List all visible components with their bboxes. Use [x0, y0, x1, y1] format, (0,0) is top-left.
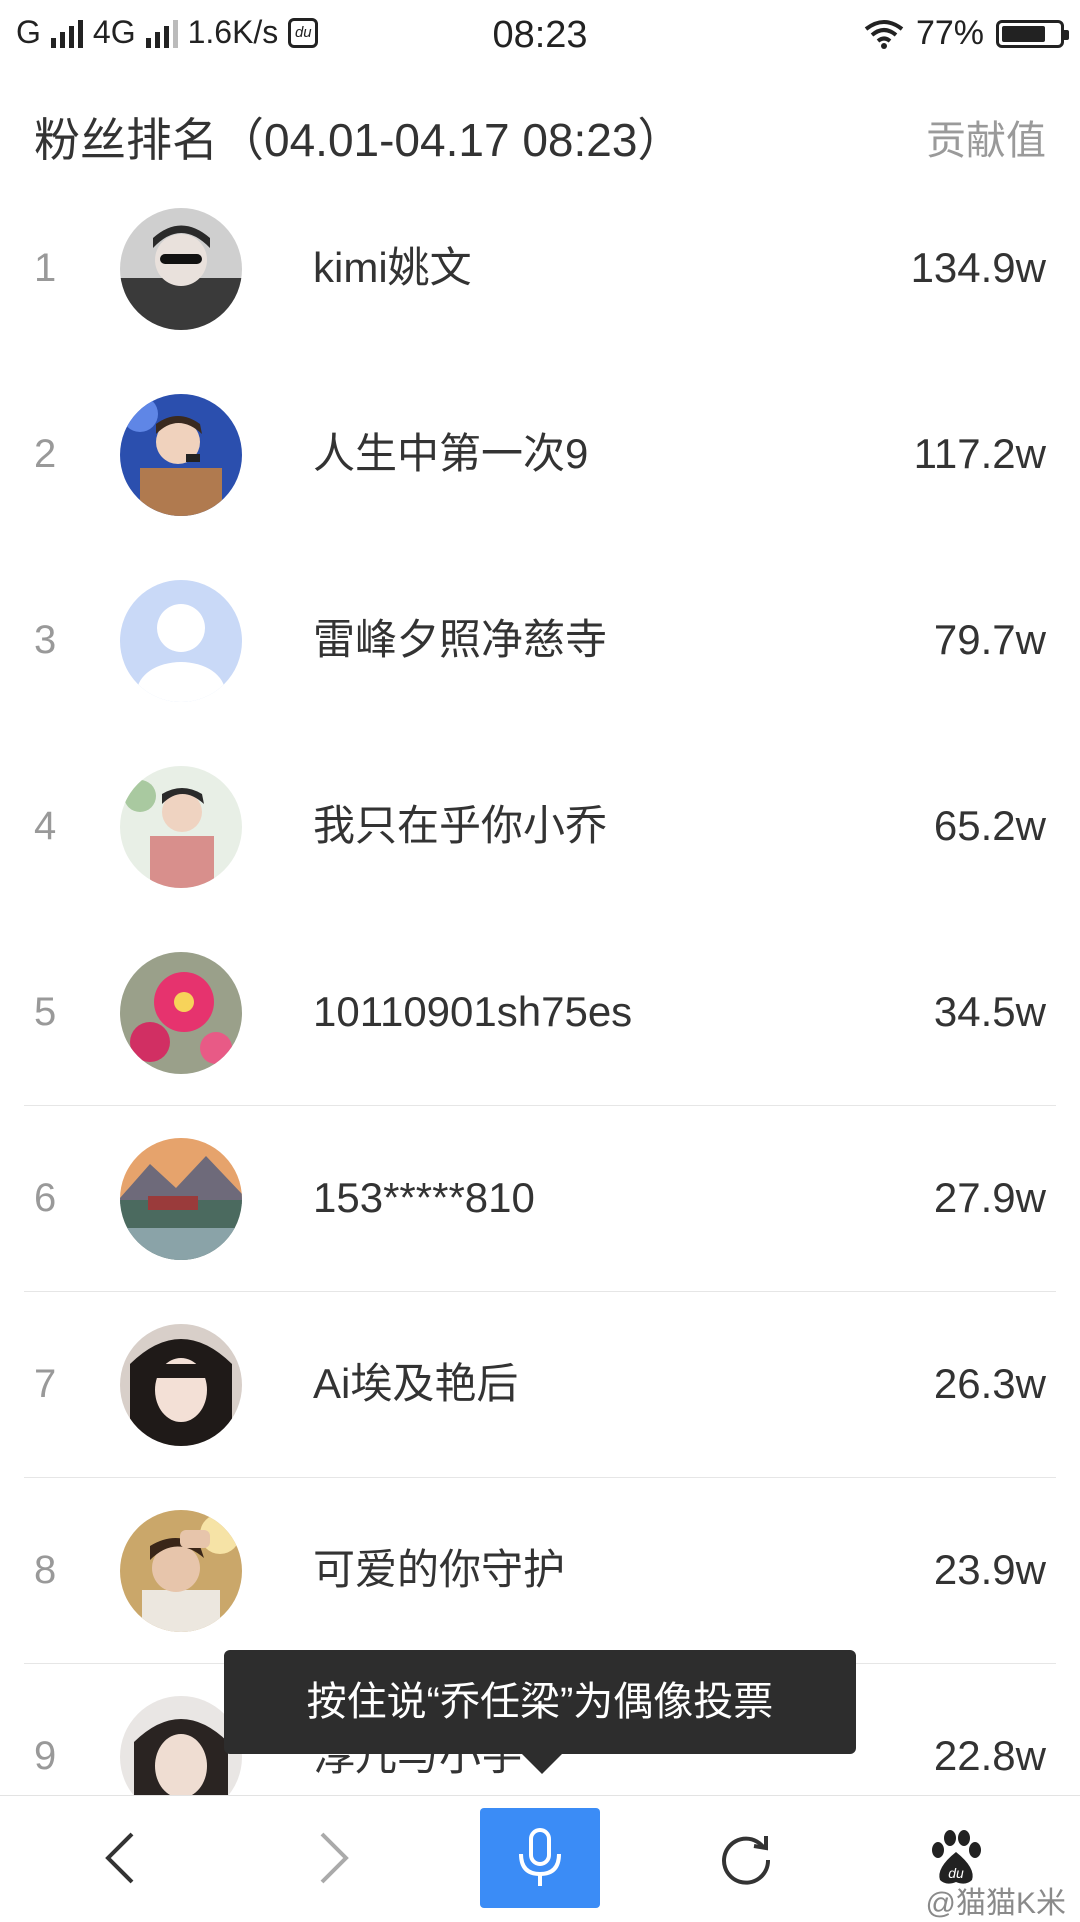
voice-vote-tooltip: 按住说“乔任梁”为偶像投票	[224, 1650, 856, 1774]
fan-name: 人生中第一次9	[313, 430, 589, 477]
battery-icon	[996, 19, 1069, 48]
fan-score: 117.2w	[913, 430, 1046, 477]
rank-number: 3	[34, 618, 57, 662]
rank-number: 4	[34, 804, 57, 848]
chevron-right-icon	[320, 1832, 349, 1884]
fan-score: 23.9w	[933, 1546, 1046, 1593]
voice-input-button[interactable]	[480, 1808, 600, 1908]
avatar[interactable]	[120, 394, 242, 516]
fan-name: kimi姚文	[313, 244, 472, 291]
weibo-watermark: @猫猫K米	[925, 1887, 1066, 1920]
status-right: 77%	[864, 14, 1069, 53]
fan-ranking-list: 1 kimi姚文 134.9w 2 人生中第一次9 117.2w 3 雷峰夕照净…	[0, 175, 1080, 1849]
fan-row-2[interactable]: 2 人生中第一次9 117.2w	[0, 361, 1080, 547]
battery-percent: 77%	[915, 14, 984, 52]
rank-number: 1	[34, 246, 57, 290]
fan-row-4[interactable]: 4 我只在乎你小乔 65.2w	[0, 733, 1080, 919]
fan-row-5[interactable]: 5 10110901sh75es 34.5w	[0, 919, 1080, 1105]
refresh-button[interactable]	[686, 1808, 806, 1908]
fan-name: 我只在乎你小乔	[313, 802, 608, 849]
fan-score: 26.3w	[933, 1360, 1046, 1407]
fan-score: 134.9w	[910, 244, 1046, 291]
rank-number: 6	[34, 1176, 57, 1220]
fan-row-1[interactable]: 1 kimi姚文 134.9w	[0, 175, 1080, 361]
rank-number: 7	[34, 1362, 57, 1406]
avatar[interactable]	[120, 208, 242, 330]
fan-row-6[interactable]: 6 153*****810 27.9w	[0, 1105, 1080, 1291]
fan-name: 可爱的你守护	[313, 1546, 566, 1593]
fan-name: 雷峰夕照净慈寺	[313, 616, 608, 663]
refresh-icon	[722, 1836, 771, 1885]
fan-row-7[interactable]: 7 Ai埃及艳后 26.3w	[0, 1291, 1080, 1477]
avatar[interactable]	[120, 1138, 242, 1260]
avatar[interactable]	[120, 952, 242, 1074]
avatar[interactable]	[120, 1324, 242, 1446]
rank-number: 2	[34, 432, 57, 476]
avatar[interactable]	[120, 580, 242, 702]
status-bar: G 4G 1.6K/s du 08:23 77%	[0, 0, 1080, 74]
fan-row-3[interactable]: 3 雷峰夕照净慈寺 79.7w	[0, 547, 1080, 733]
microphone-icon	[519, 1828, 561, 1886]
avatar[interactable]	[120, 766, 242, 888]
fan-score: 65.2w	[933, 802, 1046, 849]
rank-number: 5	[34, 990, 57, 1034]
contribution-column-label: 贡献值	[926, 119, 1046, 163]
fan-name: Ai埃及艳后	[313, 1360, 519, 1407]
fan-score: 27.9w	[933, 1174, 1046, 1221]
fan-row-8[interactable]: 8 可爱的你守护 23.9w	[0, 1477, 1080, 1663]
fan-name: 10110901sh75es	[313, 988, 633, 1035]
rank-number: 8	[34, 1548, 57, 1592]
fan-score: 34.5w	[933, 988, 1046, 1035]
back-button[interactable]	[60, 1808, 180, 1908]
chevron-left-icon	[105, 1832, 134, 1884]
fan-name: 153*****810	[313, 1174, 535, 1221]
avatar[interactable]	[120, 1510, 242, 1632]
fan-score: 79.7w	[933, 616, 1046, 663]
bottom-toolbar: du	[0, 1795, 1080, 1921]
page-title: 粉丝排名（04.01-04.17 08:23）	[34, 114, 684, 166]
forward-button[interactable]	[274, 1808, 394, 1908]
wifi-icon	[864, 19, 904, 49]
